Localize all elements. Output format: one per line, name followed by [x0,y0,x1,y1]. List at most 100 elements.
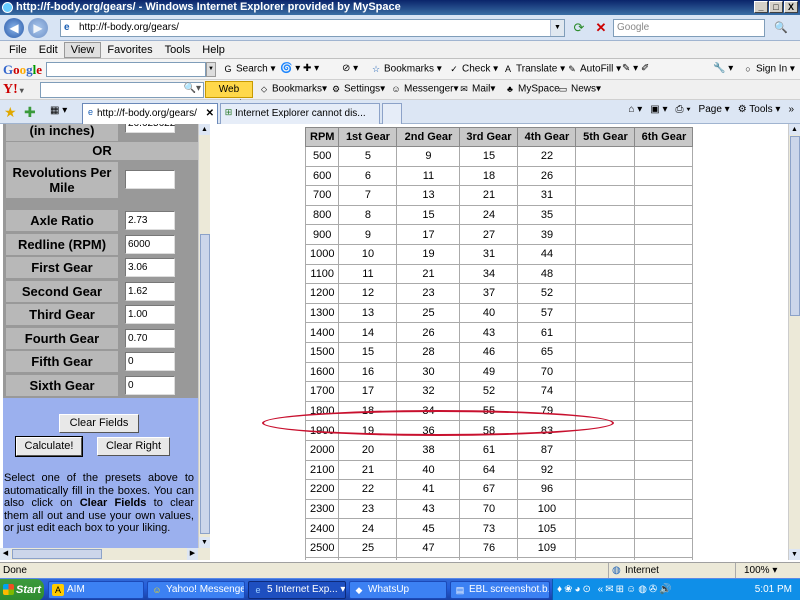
scroll-up-icon[interactable]: ▲ [199,124,210,135]
search-input[interactable]: Google [613,19,765,37]
taskbar-item-whatsup[interactable]: ◆ WhatsUp [349,581,447,599]
table-row: 1200 12 23 37 52 [304,283,694,304]
quick-tabs-icon[interactable]: ▦ ▾ [50,105,67,116]
yahoo-logo[interactable]: Y! ▾ [3,82,24,98]
menu-edit[interactable]: Edit [33,43,64,57]
scroll-up-icon[interactable]: ▲ [789,124,800,135]
google-dropdown-icon[interactable]: ▼ [206,62,216,77]
add-favorites-icon[interactable]: ✚ [24,104,36,121]
sixth-gear-input[interactable]: 0 [125,376,175,395]
google-check-button[interactable]: ✓ Check ▾ [448,63,498,75]
google-bookmarks-button[interactable]: ☆ Bookmarks ▾ [370,63,442,75]
popup-blocker-icon[interactable]: ⊘ ▾ [342,63,358,74]
speed-cell: 36 [396,420,461,441]
taskbar-item-yahoo-messenger[interactable]: ☺ Yahoo! Messenger [147,581,245,599]
menu-tools[interactable]: Tools [159,43,197,57]
speed-cell: 73 [459,518,519,539]
speed-cell: 14 [338,322,398,343]
right-vertical-scrollbar[interactable]: ▲ ▼ [788,124,800,560]
address-toolbar: ◀ ▶ e http://f-body.org/gears/ ▼ ⟳ ✕ Goo… [0,15,800,41]
close-window-button[interactable]: X [784,1,798,13]
close-tab-icon[interactable]: ✕ [206,104,214,123]
rpm-cell: 1200 [304,283,340,304]
yahoo-search-input[interactable]: 🔍▾ [40,82,204,98]
google-search-input[interactable] [46,62,206,77]
yahoo-messenger-button[interactable]: ☺ Messenger▾ [390,83,458,95]
redline-input[interactable]: 6000 [125,235,175,254]
home-icon[interactable]: ⌂ ▾ [628,104,642,115]
myspace-icon: ♣ [507,84,513,94]
speed-cell: 8 [338,204,398,226]
tire-diameter-input[interactable]: 26.625622 [125,124,175,133]
scroll-left-icon[interactable]: ◀ [0,548,11,560]
axle-ratio-input[interactable]: 2.73 [125,211,175,230]
stop-icon[interactable]: ✕ [592,19,610,37]
google-translate-button[interactable]: A Translate ▾ [502,63,565,75]
google-signin-button[interactable]: ○ Sign In ▾ [742,63,795,75]
calculate-button[interactable]: Calculate! [15,436,83,457]
menu-view[interactable]: View [63,41,102,58]
address-field[interactable]: e http://f-body.org/gears/ ▼ [60,19,565,37]
address-dropdown-icon[interactable]: ▼ [550,20,564,36]
highlighter-icon[interactable]: ✎ ▾ ✐ [622,63,649,74]
scroll-down-icon[interactable]: ▼ [789,549,800,560]
forward-icon[interactable]: ▶ [28,18,48,38]
yahoo-news-button[interactable]: ▭ News▾ [557,83,601,95]
yahoo-myspace-button[interactable]: ♣ MySpace [504,83,560,95]
speed-cell [634,518,694,539]
maximize-button[interactable]: □ [769,1,783,13]
back-icon[interactable]: ◀ [4,18,24,38]
yahoo-settings-button[interactable]: ⚙ Settings▾ [330,83,385,95]
third-gear-input[interactable]: 1.00 [125,305,175,324]
zoom-level[interactable]: 100% ▾ [735,563,777,578]
speed-cell: 34 [396,400,461,422]
fifth-gear-input[interactable]: 0 [125,352,175,371]
google-search-button[interactable]: G Search ▾ [222,63,275,75]
taskbar-item-ebl-screenshot[interactable]: ▤ EBL screenshot.b... [450,581,550,599]
scroll-thumb[interactable] [790,136,800,316]
revolutions-input[interactable] [125,170,175,189]
gtoolbar-misc-icon[interactable]: 🌀 ▾ ✚ ▾ [280,63,319,74]
tray-icons[interactable]: ♦❀◕⊙ «✉⊞☺◍✇🔊 [557,579,674,600]
minimize-button[interactable]: _ [754,1,768,13]
wrench-icon[interactable]: 🔧 ▾ [713,63,733,74]
globe-icon: ◍ [612,565,621,576]
new-tab-button[interactable] [382,103,402,124]
taskbar-item-internet-explorer[interactable]: e5 Internet Exp... ▾ [248,581,346,599]
feeds-icon[interactable]: ▣ ▾ [650,104,667,115]
speed-cell: 34 [459,263,519,285]
print-icon[interactable]: ⎙ ▾ [676,104,691,115]
rpm-cell: 1500 [304,341,340,363]
page-menu-button[interactable]: Page ▾ [699,104,730,115]
yahoo-mail-button[interactable]: ✉ Mail▾ [458,83,495,95]
field-row: Redline (RPM) 6000 [6,234,198,255]
clear-fields-button[interactable]: Clear Fields [59,414,139,433]
fourth-gear-input[interactable]: 0.70 [125,329,175,348]
scroll-thumb[interactable] [12,549,102,559]
search-icon[interactable]: 🔍 [768,19,794,37]
scroll-thumb[interactable] [200,234,210,534]
scroll-down-icon[interactable]: ▼ [199,537,210,548]
menu-file[interactable]: File [3,43,33,57]
first-gear-input[interactable]: 3.06 [125,258,175,277]
menu-help[interactable]: Help [196,43,231,57]
chevron-more-icon[interactable]: » [788,104,794,115]
left-vertical-scrollbar[interactable]: ▲ ▼ [198,124,210,548]
tools-menu-button[interactable]: ⚙ Tools ▾ [738,104,781,115]
second-gear-input[interactable]: 1.62 [125,282,175,301]
favorites-star-icon[interactable]: ★ [4,104,17,121]
tab-ie-error[interactable]: ⊞ Internet Explorer cannot dis... [220,103,380,124]
clear-right-button[interactable]: Clear Right [97,437,170,456]
speed-cell: 20 [338,439,398,461]
refresh-icon[interactable]: ⟳ [570,19,588,37]
start-button[interactable]: Start [0,579,44,600]
yahoo-web-search-button[interactable]: Web Search [205,81,253,110]
left-horizontal-scrollbar[interactable]: ◀ ▶ [0,548,210,560]
google-autofill-button[interactable]: ✎ AutoFill ▾ [566,63,621,75]
speed-cell: 27 [459,224,519,245]
yahoo-bookmarks-button[interactable]: ⬦ Bookmarks▾ [258,83,327,95]
scroll-right-icon[interactable]: ▶ [187,548,198,560]
menu-favorites[interactable]: Favorites [101,43,158,57]
taskbar-item-aim[interactable]: A AIM [48,581,144,599]
tab-f-body-gears[interactable]: e http://f-body.org/gears/ ✕ [82,103,218,124]
